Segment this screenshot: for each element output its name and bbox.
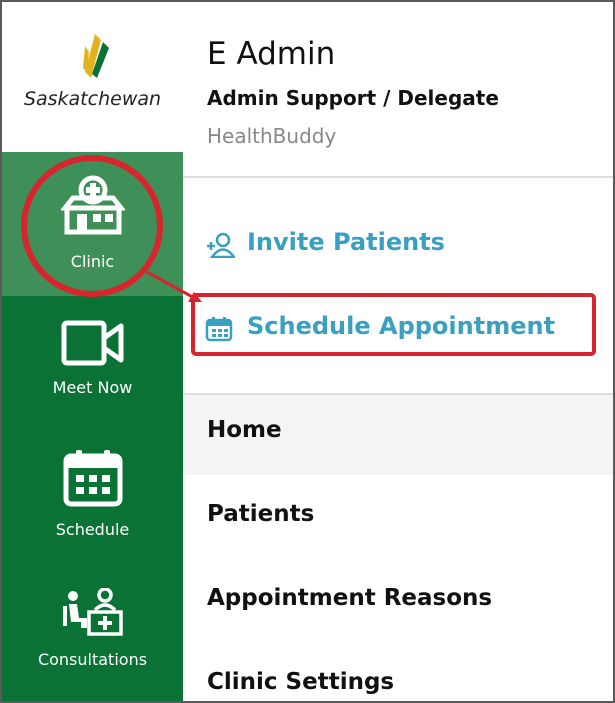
annotation-arrow-line [146,270,199,302]
annotation-circle [21,155,163,297]
app-window: Saskatchewan Clinic Meet Now Schedule Co… [0,0,615,703]
annotation-overlay [21,155,202,302]
